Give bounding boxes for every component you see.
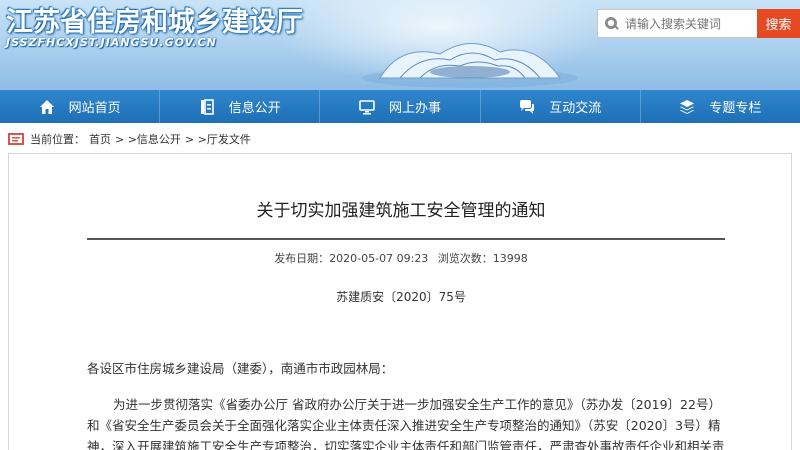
monitor-icon <box>359 99 375 114</box>
publish-date: 发布日期：2020-05-07 09:23 <box>274 252 429 265</box>
nav-label: 专题专栏 <box>709 101 762 116</box>
breadcrumb-info[interactable]: > >信息公开 <box>115 131 181 147</box>
article-meta: 发布日期：2020-05-07 09:23 浏览次数：13998 <box>9 250 793 266</box>
search-button[interactable]: 搜索 <box>757 9 800 38</box>
body-line-3: 神，深入开展建筑施工安全生产专项整治，切实落实企业主体责任和部门监管责任，严肃查… <box>87 439 725 450</box>
stadium-illustration <box>362 43 578 88</box>
nav-item-special[interactable]: 专题专栏 <box>641 90 800 123</box>
nav-item-online[interactable]: 网上办事 <box>320 90 481 123</box>
view-count: 浏览次数：13998 <box>437 252 528 265</box>
chat-icon <box>520 99 535 114</box>
breadcrumb-prefix: 当前位置： <box>30 133 85 146</box>
nav-item-interaction[interactable]: 互动交流 <box>481 90 641 123</box>
article-panel: 关于切实加强建筑施工安全管理的通知 发布日期：2020-05-07 09:23 … <box>8 153 792 450</box>
home-icon <box>39 99 54 114</box>
breadcrumb-home[interactable]: 首页 <box>89 131 111 147</box>
document-icon <box>200 98 214 115</box>
breadcrumb-files[interactable]: > >厅发文件 <box>185 131 251 147</box>
nav-item-info[interactable]: 信息公开 <box>160 90 321 123</box>
document-number: 苏建质安〔2020〕75号 <box>336 290 466 304</box>
title-divider <box>87 238 725 240</box>
site-title: 江苏省住房和城乡建设厅 <box>6 7 303 38</box>
search-input[interactable] <box>625 16 755 31</box>
body-line-2: 和《省安全生产委员会关于全面强化落实企业主体责任深入推进安全生产专项整治的通知》… <box>87 418 721 433</box>
recipients: 各设区市住房城乡建设局（建委），南通市市政园林局： <box>87 361 394 376</box>
body-line-1: 为进一步贯彻落实《省委办公厅 省政府办公厅关于进一步加强安全生产工作的意见》（苏… <box>113 397 721 412</box>
nav-label: 信息公开 <box>228 101 281 116</box>
nav-item-home[interactable]: 网站首页 <box>0 90 161 123</box>
search-icon <box>605 16 619 30</box>
search-box[interactable] <box>597 9 757 38</box>
layers-icon <box>680 99 695 114</box>
location-icon <box>8 133 24 145</box>
article-title: 关于切实加强建筑施工安全管理的通知 <box>256 201 546 221</box>
nav-label: 网站首页 <box>68 101 121 116</box>
site-header: 江苏省住房和城乡建设厅 JSSZFHCXJST.JIANGSU.GOV.CN 搜… <box>0 0 800 90</box>
breadcrumb: 当前位置： 首页 > >信息公开 > >厅发文件 <box>8 129 792 149</box>
main-nav: 网站首页 信息公开 网上办事 互动交流 专题专栏 <box>0 90 800 123</box>
nav-label: 互动交流 <box>549 101 602 116</box>
site-url: JSSZFHCXJST.JIANGSU.GOV.CN <box>6 36 217 49</box>
article-body: 为进一步贯彻落实《省委办公厅 省政府办公厅关于进一步加强安全生产工作的意见》（苏… <box>87 394 727 450</box>
nav-label: 网上办事 <box>389 101 442 116</box>
